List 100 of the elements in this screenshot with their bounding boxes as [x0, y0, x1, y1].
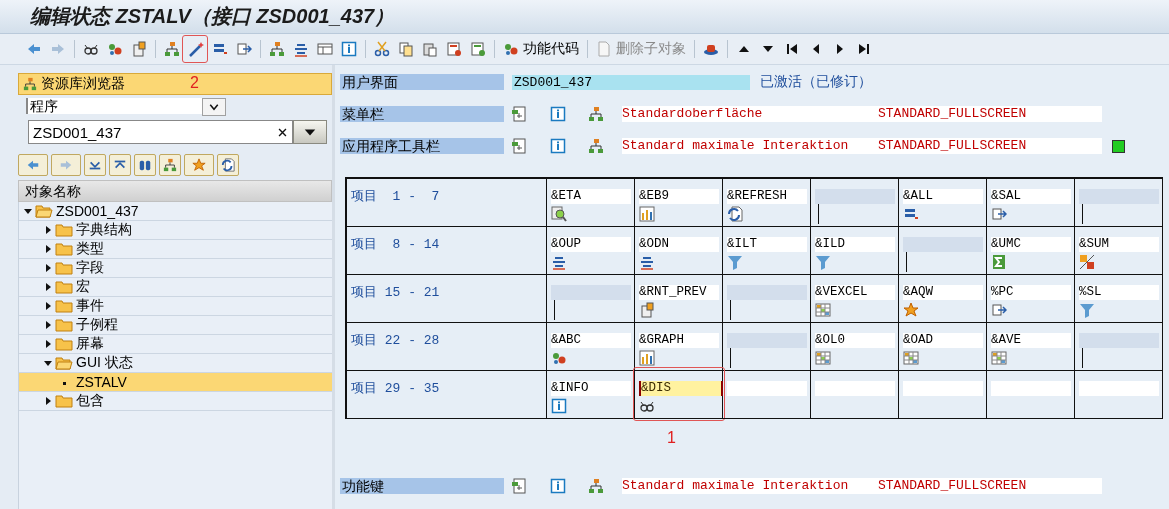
function-code-field[interactable]: &ALL: [903, 189, 983, 204]
function-code-field[interactable]: &RNT_PREV: [639, 285, 719, 300]
scissors-icon: [374, 41, 390, 57]
empty-code-field[interactable]: [815, 381, 895, 396]
refresh-button[interactable]: [217, 154, 239, 176]
circles-icon: [551, 350, 567, 366]
hierarchy-button[interactable]: [159, 154, 181, 176]
tree-item[interactable]: ZSTALV: [73, 374, 127, 390]
function-code-field[interactable]: &EB9: [639, 189, 719, 204]
tree-item[interactable]: 包含: [73, 392, 104, 410]
function-code-field[interactable]: &INFO: [551, 381, 631, 396]
empty-code-field[interactable]: [991, 381, 1071, 396]
tree-item[interactable]: 类型: [73, 240, 104, 258]
function-code-field[interactable]: &OL0: [815, 333, 895, 348]
back-button[interactable]: [18, 154, 48, 176]
function-code-field[interactable]: &AVE: [991, 333, 1071, 348]
document-icon: [596, 41, 612, 57]
function-code-field[interactable]: &DIS: [639, 381, 723, 396]
clipboard-icon: [639, 302, 655, 318]
function-code-field[interactable]: &ETA: [551, 189, 631, 204]
collapsed-icon[interactable]: [44, 302, 52, 310]
empty-code-field[interactable]: [903, 381, 983, 396]
text-field[interactable]: Standard maximale Interaktion STANDARD_FULLSCREEN: [622, 478, 1102, 494]
object-name-field[interactable]: ZSD001_437: [28, 120, 293, 144]
folder-icon: [55, 337, 73, 351]
function-code-field[interactable]: %SL: [1079, 285, 1159, 300]
annotation-number: 1: [667, 429, 676, 447]
tree-item[interactable]: ZSD001_437: [53, 203, 139, 219]
tree-item[interactable]: 屏幕: [73, 335, 104, 353]
tree-item[interactable]: 事件: [73, 297, 104, 315]
collapsed-icon[interactable]: [44, 283, 52, 291]
dropdown-button[interactable]: [202, 98, 226, 116]
info-icon: [550, 478, 566, 494]
empty-code-field[interactable]: [903, 237, 983, 252]
collapsed-icon[interactable]: [44, 397, 52, 405]
folder-icon: [55, 242, 73, 256]
star-button[interactable]: [184, 154, 214, 176]
list-icon: [903, 206, 919, 222]
empty-code-field[interactable]: [815, 189, 895, 204]
expanded-icon[interactable]: [44, 359, 52, 367]
list-icon: [212, 41, 228, 57]
tree-item[interactable]: 宏: [73, 278, 90, 296]
star-icon: [903, 302, 919, 318]
empty-code-field[interactable]: [551, 285, 631, 300]
collapsed-icon[interactable]: [44, 321, 52, 329]
tree-item[interactable]: 字段: [73, 259, 104, 277]
star-icon: [192, 158, 206, 172]
object-type-field[interactable]: 程序: [26, 98, 202, 114]
collapsed-icon[interactable]: [44, 340, 52, 348]
function-code-field[interactable]: &ILD: [815, 237, 895, 252]
tree-item[interactable]: 字典结构: [73, 221, 132, 239]
document-arrow-icon: [236, 41, 252, 57]
dropdown-button[interactable]: [293, 120, 327, 144]
browser-title: 资源库浏览器: [41, 75, 125, 93]
cursor-line: [1082, 348, 1083, 368]
function-code-field[interactable]: &AQW: [903, 285, 983, 300]
new-document-icon: [512, 138, 528, 154]
function-code-field[interactable]: &ABC: [551, 333, 631, 348]
collapsed-icon[interactable]: [44, 245, 52, 253]
expand-button[interactable]: [109, 154, 131, 176]
expanded-icon[interactable]: [24, 207, 32, 215]
function-code-field[interactable]: &GRAPH: [639, 333, 719, 348]
object-name-value: ZSD001_437: [33, 123, 122, 141]
function-code-field[interactable]: %PC: [991, 285, 1071, 300]
function-code-button[interactable]: 功能代码: [499, 38, 583, 60]
table-icon: [991, 350, 1007, 366]
cursor-line: [818, 204, 819, 224]
folder-icon: [55, 318, 73, 332]
empty-code-field[interactable]: [727, 381, 807, 396]
field-text: STANDARD_FULLSCREEN: [878, 138, 1027, 154]
function-code-field[interactable]: &ILT: [727, 237, 807, 252]
collapse-button[interactable]: [84, 154, 106, 176]
empty-code-field[interactable]: [1079, 189, 1159, 204]
function-code-field[interactable]: &ODN: [639, 237, 719, 252]
back-icon: [26, 158, 40, 172]
circles-icon: [503, 41, 519, 57]
collapsed-icon[interactable]: [44, 226, 52, 234]
function-code-field[interactable]: &OAD: [903, 333, 983, 348]
function-code-field[interactable]: &UMC: [991, 237, 1071, 252]
empty-code-field[interactable]: [1079, 381, 1159, 396]
empty-code-field[interactable]: [727, 333, 807, 348]
table-icon: [815, 350, 831, 366]
binoculars-button[interactable]: [134, 154, 156, 176]
function-code-field[interactable]: &SUM: [1079, 237, 1159, 252]
empty-code-field[interactable]: [1079, 333, 1159, 348]
function-code-field[interactable]: &SAL: [991, 189, 1071, 204]
text-field[interactable]: Standardoberfläche STANDARD_FULLSCREEN: [622, 106, 1102, 122]
hierarchy-icon: [269, 41, 285, 57]
interface-field[interactable]: ZSD001_437: [512, 74, 750, 90]
tree-item[interactable]: GUI 状态: [73, 354, 133, 372]
refresh-icon: [727, 206, 743, 222]
collapsed-icon[interactable]: [44, 264, 52, 272]
function-code-field[interactable]: &OUP: [551, 237, 631, 252]
empty-code-field[interactable]: [727, 285, 807, 300]
function-code-field[interactable]: &REFRESH: [727, 189, 807, 204]
text-field[interactable]: Standard maximale Interaktion STANDARD_FULLSCREEN: [622, 138, 1102, 154]
bar-chart-icon: [639, 350, 655, 366]
tree-item[interactable]: 子例程: [73, 316, 118, 334]
funnel-icon: [1079, 302, 1095, 318]
function-code-field[interactable]: &VEXCEL: [815, 285, 895, 300]
